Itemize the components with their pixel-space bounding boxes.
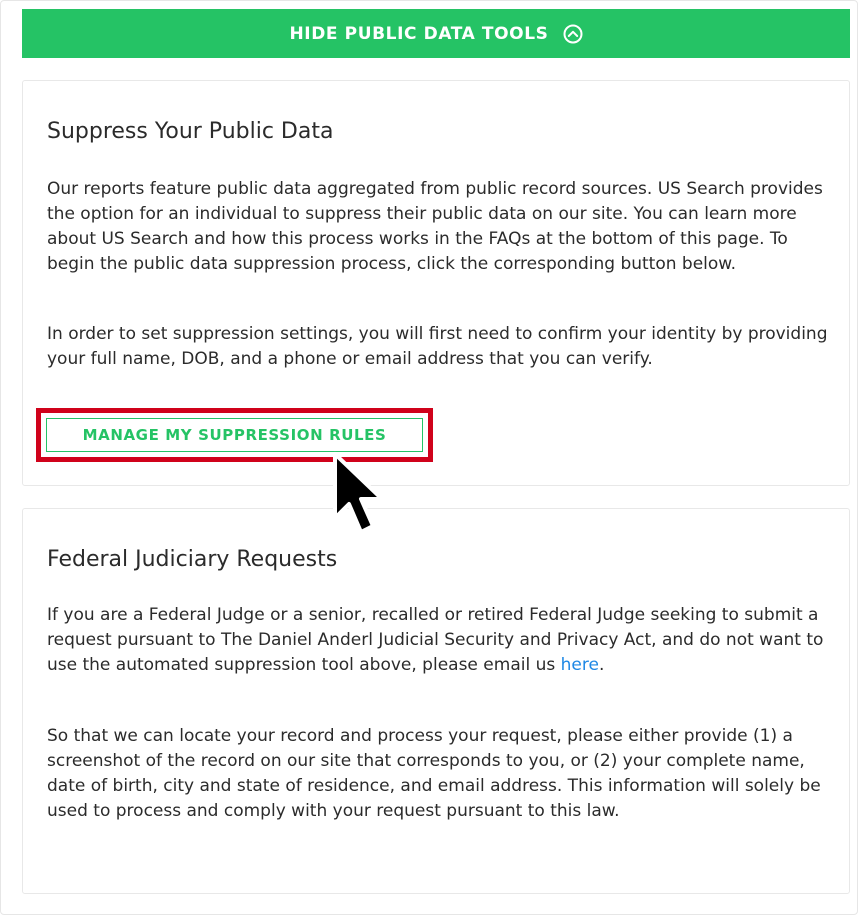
toggle-label: HIDE PUBLIC DATA TOOLS [289, 23, 549, 44]
judicial-title: Federal Judiciary Requests [47, 547, 338, 572]
federal-judiciary-card: Federal Judiciary Requests If you are a … [22, 508, 850, 894]
judicial-instructions-text: So that we can locate your record and pr… [47, 726, 821, 821]
suppress-intro-text: Our reports feature public data aggregat… [47, 179, 823, 274]
chevron-up-circle-icon [563, 24, 583, 43]
judicial-request-text: If you are a Federal Judge or a senior, … [47, 603, 837, 678]
hide-public-data-tools-button[interactable]: HIDE PUBLIC DATA TOOLS [22, 9, 850, 58]
judicial-text-prefix: If you are a Federal Judge or a senior, … [47, 605, 824, 675]
suppress-identity-text: In order to set suppression settings, yo… [47, 324, 828, 369]
email-here-link[interactable]: here [561, 655, 599, 675]
button-highlight-box: MANAGE MY SUPPRESSION RULES [36, 408, 433, 462]
suppress-title: Suppress Your Public Data [47, 119, 334, 144]
manage-suppression-rules-button[interactable]: MANAGE MY SUPPRESSION RULES [46, 418, 423, 452]
suppress-data-card: Suppress Your Public Data Our reports fe… [22, 80, 850, 486]
judicial-text-suffix: . [598, 655, 605, 675]
